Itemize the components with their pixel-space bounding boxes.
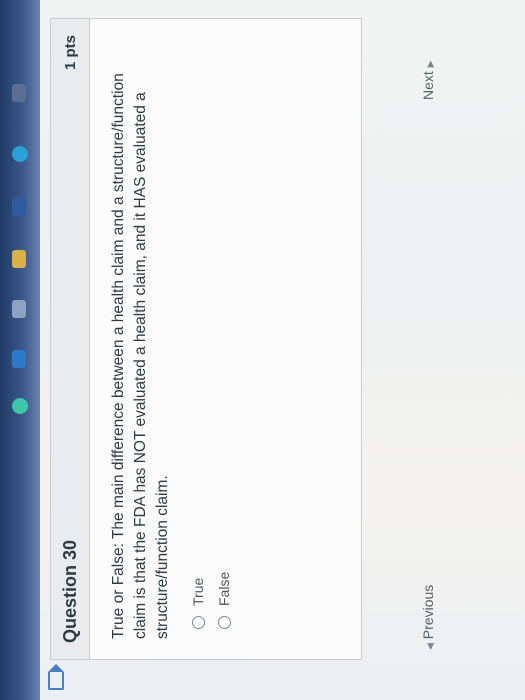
triangle-left-icon: ◀ — [425, 643, 435, 650]
question-text: True or False: The main difference betwe… — [110, 73, 171, 639]
screen: Question 30 1 pts True or False: The mai… — [40, 0, 525, 700]
quiz-page: Question 30 1 pts True or False: The mai… — [40, 0, 525, 700]
radio-button[interactable] — [191, 616, 205, 629]
radio-button[interactable] — [217, 616, 231, 629]
taskbar-app-icon[interactable] — [12, 84, 26, 102]
taskbar — [0, 0, 40, 700]
triangle-right-icon: ▶ — [425, 60, 435, 68]
browser-icon[interactable] — [12, 146, 28, 162]
question-header: Question 30 1 pts — [51, 19, 90, 659]
bookmark-icon[interactable] — [48, 672, 64, 690]
answer-label: False — [216, 571, 232, 606]
question-title: Question 30 — [59, 539, 80, 643]
taskbar-app-icon[interactable] — [12, 198, 26, 216]
previous-label: Previous — [420, 584, 436, 640]
taskbar-app-icon[interactable] — [12, 398, 28, 414]
question-body: True or False: The main difference betwe… — [90, 19, 250, 659]
taskbar-app-icon[interactable] — [12, 350, 26, 368]
answer-option-true[interactable]: True — [190, 39, 206, 629]
taskbar-app-icon[interactable] — [12, 300, 26, 318]
next-label: Next — [420, 71, 436, 100]
answer-label: True — [190, 577, 206, 606]
question-points: 1 pts — [61, 35, 79, 71]
question-card: Question 30 1 pts True or False: The mai… — [50, 18, 362, 660]
answer-option-false[interactable]: False — [216, 39, 232, 629]
taskbar-app-icon[interactable] — [12, 250, 26, 268]
previous-button[interactable]: ◀ Previous — [420, 585, 436, 650]
next-button[interactable]: Next ▶ — [420, 60, 436, 100]
